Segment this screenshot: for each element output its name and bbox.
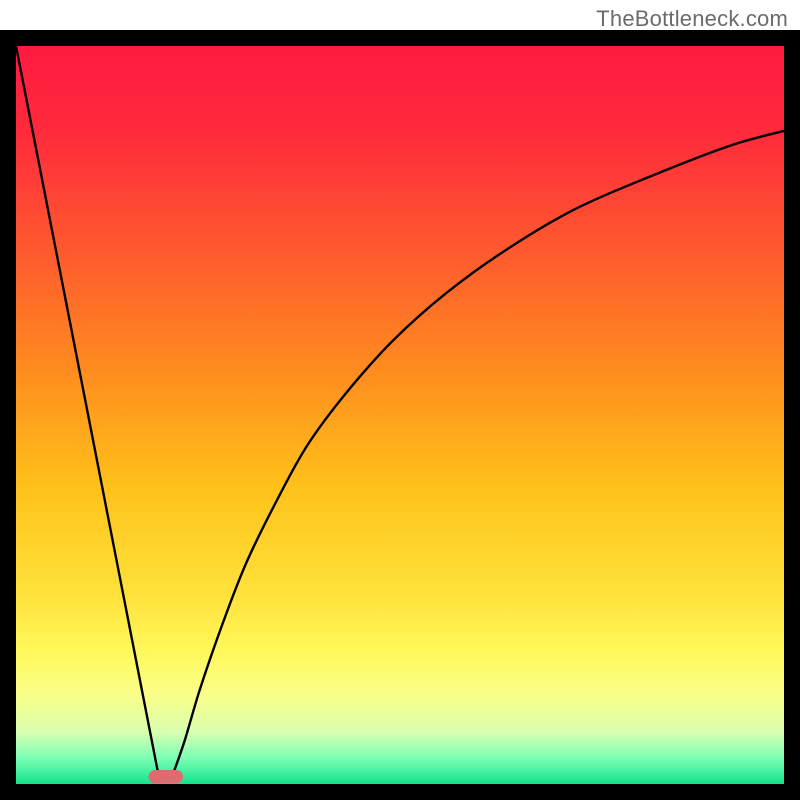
bottleneck-chart: TheBottleneck.com [0,0,800,800]
frame-bottom [0,784,800,800]
frame-top [0,30,800,46]
frame-left [0,30,16,800]
chart-svg [0,0,800,800]
frame-right [784,30,800,800]
min-marker [148,770,183,783]
watermark-text: TheBottleneck.com [596,6,788,32]
plot-background-gradient [16,46,784,784]
